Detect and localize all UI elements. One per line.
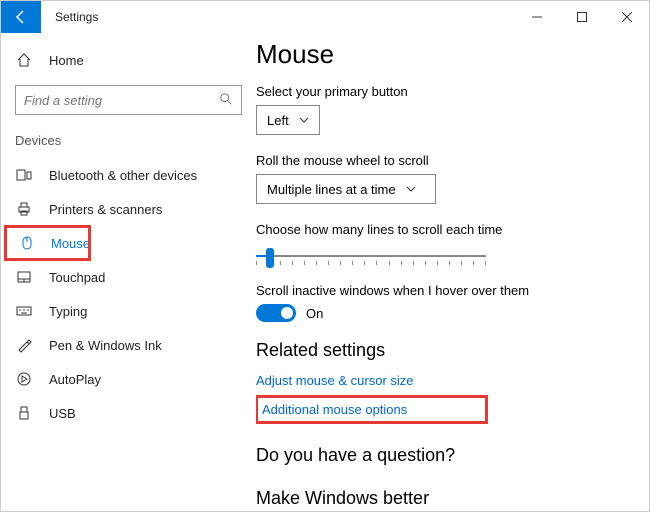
question-heading: Do you have a question? [256, 445, 629, 466]
primary-button-select[interactable]: Left [256, 105, 320, 135]
lines-slider[interactable] [256, 243, 486, 265]
search-icon [219, 92, 233, 109]
sidebar-item-label: USB [49, 406, 76, 421]
sidebar-item-label: Pen & Windows Ink [49, 338, 162, 353]
sidebar-item-label: Touchpad [49, 270, 105, 285]
sidebar-item-label: Mouse [51, 236, 90, 251]
inactive-scroll-toggle[interactable] [256, 304, 296, 322]
home-label: Home [49, 53, 84, 68]
sidebar-item-label: Typing [49, 304, 87, 319]
maximize-icon [577, 12, 587, 22]
minimize-icon [532, 12, 542, 22]
sidebar-item-bluetooth[interactable]: Bluetooth & other devices [1, 158, 256, 192]
close-icon [622, 12, 632, 22]
slider-ticks [256, 261, 486, 265]
home-icon [15, 51, 33, 69]
make-better-heading: Make Windows better [256, 488, 629, 509]
search-box[interactable] [15, 85, 242, 115]
sidebar-item-label: AutoPlay [49, 372, 101, 387]
additional-mouse-options-link[interactable]: Additional mouse options [256, 396, 487, 423]
page-title: Mouse [256, 39, 629, 70]
minimize-button[interactable] [514, 1, 559, 33]
window-title: Settings [55, 10, 98, 24]
slider-thumb[interactable] [266, 248, 274, 268]
chevron-down-icon [299, 113, 309, 128]
autoplay-icon [15, 370, 33, 388]
sidebar: Home Devices Bluetooth & other devices P… [1, 33, 256, 511]
sidebar-item-label: Bluetooth & other devices [49, 168, 197, 183]
scroll-wheel-label: Roll the mouse wheel to scroll [256, 153, 629, 168]
touchpad-icon [15, 268, 33, 286]
home-nav[interactable]: Home [1, 43, 256, 77]
primary-button-value: Left [267, 113, 289, 128]
sidebar-item-label: Printers & scanners [49, 202, 162, 217]
inactive-scroll-label: Scroll inactive windows when I hover ove… [256, 283, 629, 298]
devices-icon [15, 166, 33, 184]
sidebar-item-touchpad[interactable]: Touchpad [1, 260, 256, 294]
chevron-down-icon [406, 182, 416, 197]
printer-icon [15, 200, 33, 218]
adjust-mouse-size-link[interactable]: Adjust mouse & cursor size [256, 369, 414, 392]
back-button[interactable] [1, 1, 41, 33]
sidebar-item-printers[interactable]: Printers & scanners [1, 192, 256, 226]
sidebar-item-usb[interactable]: USB [1, 396, 256, 430]
sidebar-item-autoplay[interactable]: AutoPlay [1, 362, 256, 396]
sidebar-item-pen[interactable]: Pen & Windows Ink [1, 328, 256, 362]
lines-scroll-label: Choose how many lines to scroll each tim… [256, 222, 629, 237]
primary-button-label: Select your primary button [256, 84, 629, 99]
usb-icon [15, 404, 33, 422]
mouse-icon [19, 234, 35, 252]
sidebar-item-typing[interactable]: Typing [1, 294, 256, 328]
maximize-button[interactable] [559, 1, 604, 33]
section-heading: Devices [1, 129, 256, 158]
title-bar: Settings [1, 1, 649, 33]
pen-icon [15, 336, 33, 354]
keyboard-icon [15, 302, 33, 320]
arrow-left-icon [13, 9, 29, 25]
feedback-link[interactable]: Give us feedback [256, 509, 356, 511]
search-input[interactable] [24, 93, 219, 108]
scroll-wheel-value: Multiple lines at a time [267, 182, 396, 197]
scroll-wheel-select[interactable]: Multiple lines at a time [256, 174, 436, 204]
inactive-scroll-value: On [306, 306, 323, 321]
main-panel: Mouse Select your primary button Left Ro… [256, 33, 649, 511]
related-settings-heading: Related settings [256, 340, 629, 361]
close-button[interactable] [604, 1, 649, 33]
sidebar-item-mouse[interactable]: Mouse [5, 226, 90, 260]
